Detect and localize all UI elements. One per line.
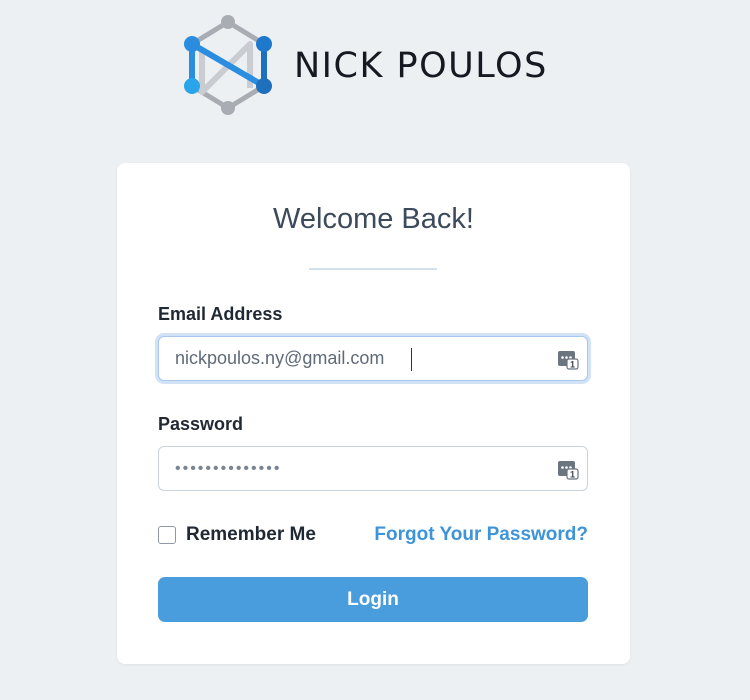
- title-divider: [309, 268, 437, 270]
- remember-me-checkbox[interactable]: [158, 526, 176, 544]
- hexagon-n-logo-icon: [184, 15, 272, 115]
- password-label: Password: [158, 414, 244, 434]
- login-button[interactable]: Login: [158, 577, 588, 622]
- password-field[interactable]: [159, 447, 587, 490]
- forgot-password-link[interactable]: Forgot Your Password?: [374, 524, 588, 546]
- password-field-wrapper: 1: [158, 446, 588, 491]
- remember-me-label[interactable]: Remember Me: [186, 524, 316, 546]
- svg-text:1: 1: [570, 360, 575, 370]
- password-manager-icon[interactable]: 1: [557, 458, 579, 480]
- email-field[interactable]: [159, 337, 587, 380]
- brand-header: NICK POULOS: [180, 14, 580, 118]
- password-manager-icon[interactable]: 1: [557, 348, 579, 370]
- login-card: Welcome Back! Email Address 1 Password 1…: [117, 163, 630, 664]
- remember-me: Remember Me: [158, 524, 316, 546]
- welcome-title: Welcome Back!: [273, 203, 474, 235]
- brand-name: NICK POULOS: [294, 46, 548, 86]
- svg-text:1: 1: [570, 470, 575, 480]
- text-caret: [411, 348, 412, 371]
- email-label: Email Address: [158, 304, 283, 324]
- email-field-wrapper: 1: [158, 336, 588, 381]
